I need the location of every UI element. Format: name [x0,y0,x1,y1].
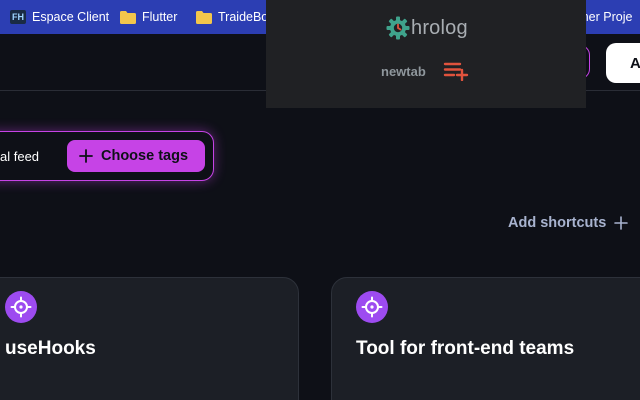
crosshair-icon [5,291,37,323]
choose-tags-button[interactable]: Choose tags [67,140,205,172]
add-shortcuts-label: Add shortcuts [508,215,607,231]
bookmark-label: TraideBo [218,10,269,24]
header-action-label: A [630,54,640,72]
chrolog-logo-text: hrolog [411,16,468,39]
bookmark-espace-client[interactable]: FH Espace Client [10,0,109,34]
popup-page-label: newtab [381,64,426,79]
bookmark-label: Espace Client [32,10,110,24]
header-action-button[interactable]: A [606,43,640,83]
article-card[interactable]: useHooks [0,277,299,400]
feed-label[interactable]: al feed [0,149,39,164]
folder-icon [120,10,136,24]
add-shortcuts-button[interactable]: Add shortcuts [508,215,629,231]
plus-icon [614,216,629,230]
choose-tags-label: Choose tags [101,148,189,164]
fh-favicon-icon: FH [10,10,26,24]
gear-icon [386,16,410,40]
card-title: useHooks [5,338,96,359]
chrolog-logo: hrolog [386,16,468,40]
bookmark-folder-traidebo[interactable]: TraideBo [196,0,268,34]
plus-icon [79,149,93,163]
crosshair-icon [356,291,388,323]
bookmark-label: Flutter [142,10,178,24]
article-card[interactable]: Tool for front-end teams [331,277,640,400]
playlist-add-icon[interactable] [443,61,469,81]
card-title: Tool for front-end teams [356,338,575,359]
folder-icon [196,10,212,24]
bookmark-folder-flutter[interactable]: Flutter [120,0,177,34]
